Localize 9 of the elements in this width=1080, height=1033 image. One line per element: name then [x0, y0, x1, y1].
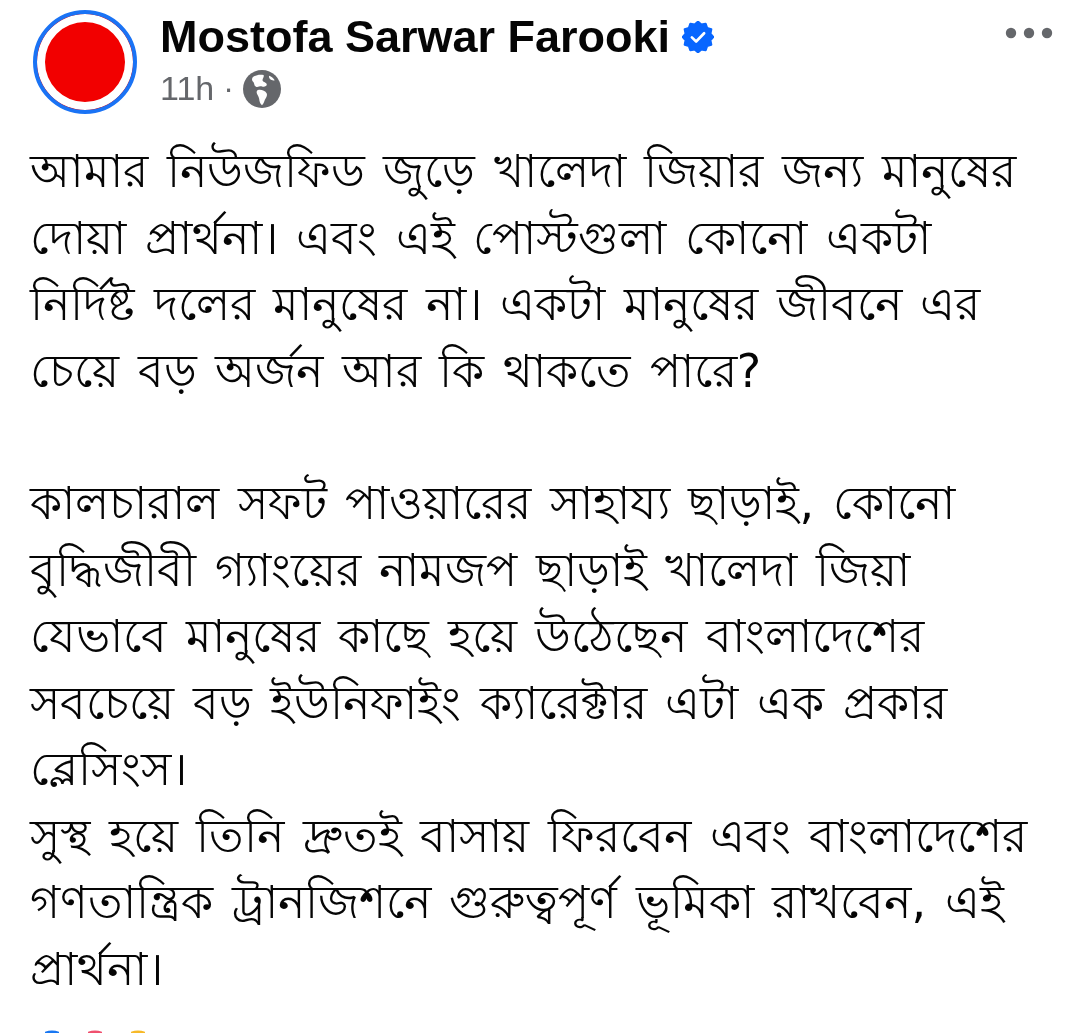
post-time[interactable]: 11h [160, 70, 215, 108]
globe-icon[interactable] [242, 70, 281, 108]
author-name[interactable]: Mostofa Sarwar Farooki [160, 13, 671, 61]
reaction-icon[interactable] [45, 1030, 59, 1033]
post-paragraph: কালচারাল সফট পাওয়ারের সাহায্য ছাড়াই, কোনো বুদ্ধিজীবী গ্যাংয়ের নামজপ ছাড়াই খালেদা জিয়া যেভাবে মানুষের কাছে হয়ে উঠেছেন বাংলাদেশের সবচেয়ে বড় ইউনিফাইং ক্যারেক্টার এটা এক প্রকার ব্লেসিংস। সুস্থ হয়ে তিনি দ্রুতই বাসায় ফিরবেন এবং বাংলাদেশের গণতান্ত্রিক ট্রানজিশনে গুরুত্বপূর্ণ ভূমিকা রাখবেন, এই প্রার্থনা। [30, 473, 1028, 998]
separator-dot: · [223, 71, 234, 107]
reaction-icon[interactable] [88, 1030, 102, 1033]
more-options-icon[interactable] [1005, 27, 1053, 39]
post-paragraph: আমার নিউজফিড জুড়ে খালেদা জিয়ার জন্য মানুষের দোয়া প্রার্থনা। এবং এই পোস্টগুলা কোনো একটা নির্দিষ্ট দলের মানুষের না। একটা মানুষের জীবনে এর চেয়ে বড় অর্জন আর কি থাকতে পারে? [30, 141, 1016, 400]
